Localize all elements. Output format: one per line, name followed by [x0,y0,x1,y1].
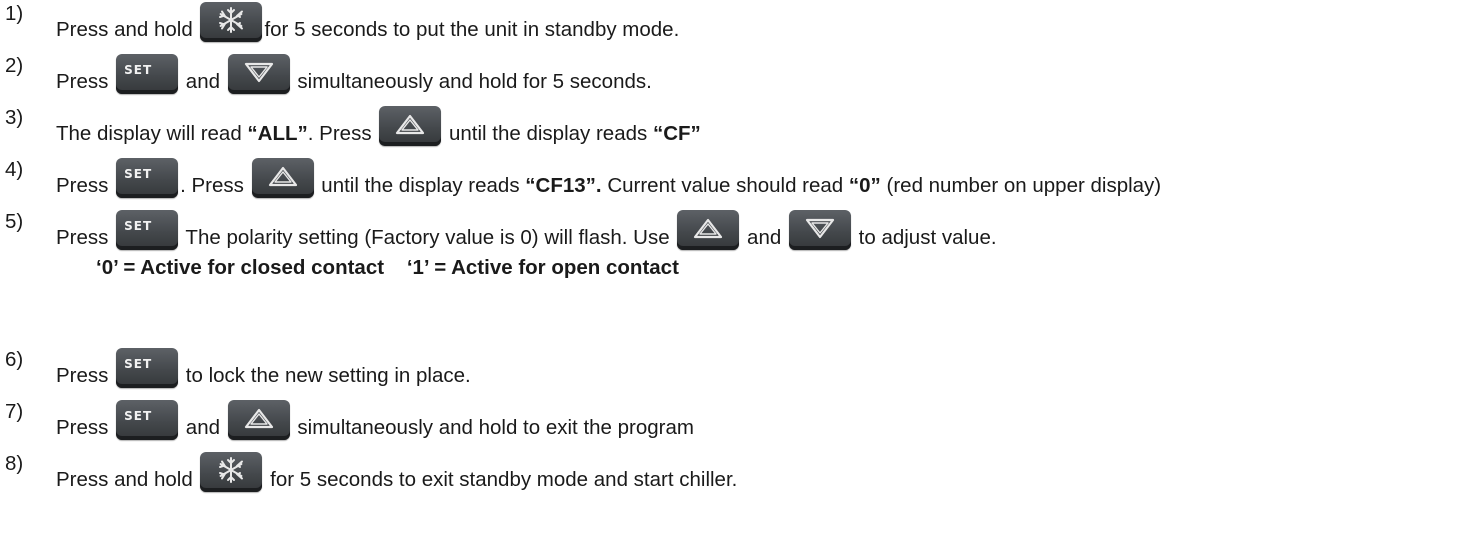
step-text: Press [56,174,115,197]
step-text: to adjust value. [852,226,997,249]
step-text: Press and hold [56,468,199,491]
set-button-label: SET [124,357,153,371]
set-button[interactable]: SET [116,210,179,250]
step-text: Press [56,364,115,387]
step-text: (red number on upper display) [880,174,1162,197]
step-text: The display will read [56,122,248,145]
step-text: Press [56,226,115,249]
step-text: for 5 seconds to put the unit in standby… [264,18,680,41]
step-number: 3) [5,106,24,129]
display-value: “CF” [652,122,701,145]
step-number: 4) [5,158,24,181]
chevron-up-icon [268,166,297,187]
step-text: Current value should read [601,174,849,197]
set-button[interactable]: SET [116,400,179,440]
set-button[interactable]: SET [116,158,179,198]
set-button-label: SET [124,409,153,423]
step-text: for 5 seconds to exit standby mode and s… [264,468,738,491]
step-number: 7) [5,400,24,423]
step-text: simultaneously and hold for 5 seconds. [291,70,652,93]
chevron-down-icon [244,62,273,83]
snowflake-button[interactable] [200,2,263,42]
display-value: “ALL” [247,122,308,145]
step-text: to lock the new setting in place. [180,364,471,387]
set-button-label: SET [124,167,153,181]
step-text: . Press [180,174,250,197]
snowflake-icon [219,7,244,33]
step-text: Press [56,416,115,439]
step-text: and [741,226,787,249]
chevron-up-icon [694,218,723,239]
step-text: until the display reads [315,174,526,197]
step-text: . Press [307,122,378,145]
step-text: until the display reads [443,122,653,145]
step-number: 2) [5,54,24,77]
chevron-down-icon [805,218,835,239]
snowflake-icon [219,457,244,483]
up-button[interactable] [251,158,314,198]
step-text: and [180,70,226,93]
polarity-legend: ‘0’ = Active for closed contact ‘1’ = Ac… [96,256,679,279]
step-text: Press and hold [56,18,199,41]
step-number: 6) [5,348,24,371]
set-button[interactable]: SET [116,348,179,388]
set-button-label: SET [124,219,153,233]
chevron-up-icon [396,114,425,135]
down-button[interactable] [788,210,851,250]
display-value: “0” [848,174,881,197]
up-button[interactable] [379,106,442,146]
up-button[interactable] [227,400,290,440]
display-value: “CF13”. [525,174,602,197]
set-button[interactable]: SET [116,54,179,94]
step-text: Press [56,70,115,93]
step-text: simultaneously and hold to exit the prog… [291,416,694,439]
up-button[interactable] [677,210,740,250]
step-number: 8) [5,452,24,475]
down-button[interactable] [227,54,290,94]
step-number: 5) [5,210,24,233]
chevron-up-icon [244,408,273,429]
step-text: and [180,416,226,439]
step-text: The polarity setting (Factory value is 0… [180,226,676,249]
step-number: 1) [5,2,24,25]
set-button-label: SET [124,63,153,77]
snowflake-button[interactable] [200,452,263,492]
